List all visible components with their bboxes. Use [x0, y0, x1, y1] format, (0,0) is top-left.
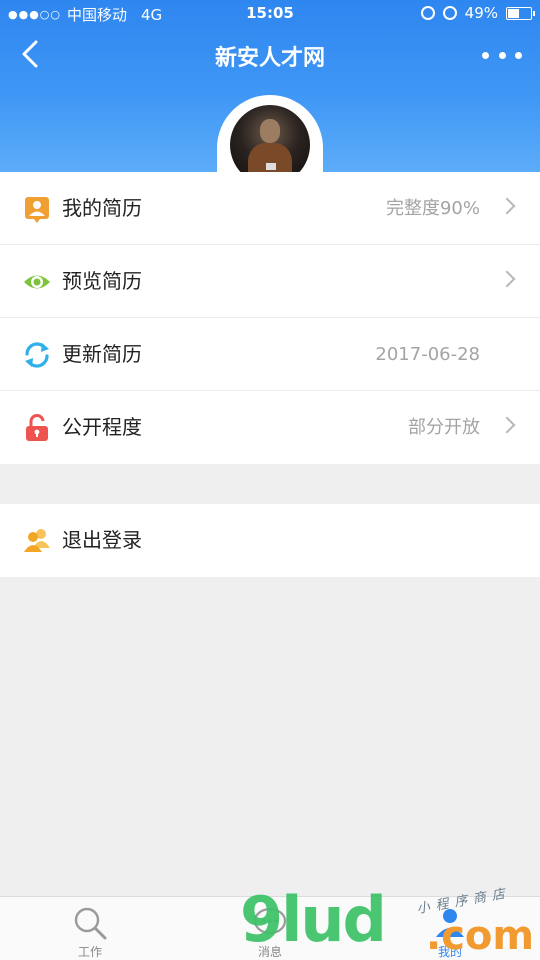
resume-completeness: 完整度90% — [385, 198, 480, 219]
tab-label: 我的 — [437, 945, 462, 959]
chevron-right-icon — [498, 416, 516, 434]
chevron-right-icon — [498, 197, 516, 215]
page-title: 新安人才网 — [214, 46, 325, 71]
eye-icon — [24, 275, 50, 289]
menu-item-label: 更新简历 — [62, 342, 142, 366]
battery-icon — [506, 6, 535, 20]
menu-item-label: 预览简历 — [62, 269, 142, 293]
chat-bubble-icon — [253, 907, 287, 935]
status-right: 49% — [420, 4, 535, 22]
screen: ●●●○○ 中国移动 4G 15:05 49% 新安人才网 我的简历 完整度90… — [0, 0, 540, 960]
logout-button[interactable]: 退出登录 — [0, 504, 540, 577]
navbar: 新安人才网 — [0, 28, 540, 84]
users-icon — [24, 529, 50, 552]
menu-item-preview-resume[interactable]: 预览简历 — [0, 245, 540, 318]
status-bar: ●●●○○ 中国移动 4G 15:05 49% — [0, 0, 540, 28]
update-date: 2017-06-28 — [375, 344, 480, 365]
menu-item-label: 公开程度 — [62, 415, 142, 439]
tab-bar: 工作 消息 我的 — [0, 896, 540, 960]
battery-percent: 49% — [464, 4, 498, 22]
tab-label: 工作 — [77, 945, 102, 959]
tab-messages[interactable]: 消息 — [180, 897, 360, 960]
unlock-icon — [26, 414, 48, 441]
person-icon — [436, 909, 464, 937]
tab-mine[interactable]: 我的 — [360, 897, 540, 960]
tab-label: 消息 — [257, 945, 282, 959]
orientation-lock-icon — [420, 6, 435, 20]
more-button[interactable] — [482, 40, 522, 70]
visibility-value: 部分开放 — [408, 417, 480, 438]
resume-person-icon — [25, 197, 49, 223]
chevron-right-icon — [498, 270, 516, 288]
refresh-icon — [25, 342, 49, 368]
tab-work[interactable]: 工作 — [0, 897, 180, 960]
menu-item-label: 我的简历 — [62, 196, 142, 220]
logout-label: 退出登录 — [62, 528, 142, 552]
search-icon — [74, 907, 107, 940]
menu-item-update-resume[interactable]: 更新简历 2017-06-28 — [0, 318, 540, 391]
more-dots-icon — [482, 51, 489, 59]
menu-list: 我的简历 完整度90% 预览简历 更新简历 2017-06-28 公开程度 部分… — [0, 172, 540, 464]
menu-item-my-resume[interactable]: 我的简历 完整度90% — [0, 172, 540, 245]
alarm-icon — [442, 6, 457, 20]
menu-item-visibility[interactable]: 公开程度 部分开放 — [0, 391, 540, 464]
